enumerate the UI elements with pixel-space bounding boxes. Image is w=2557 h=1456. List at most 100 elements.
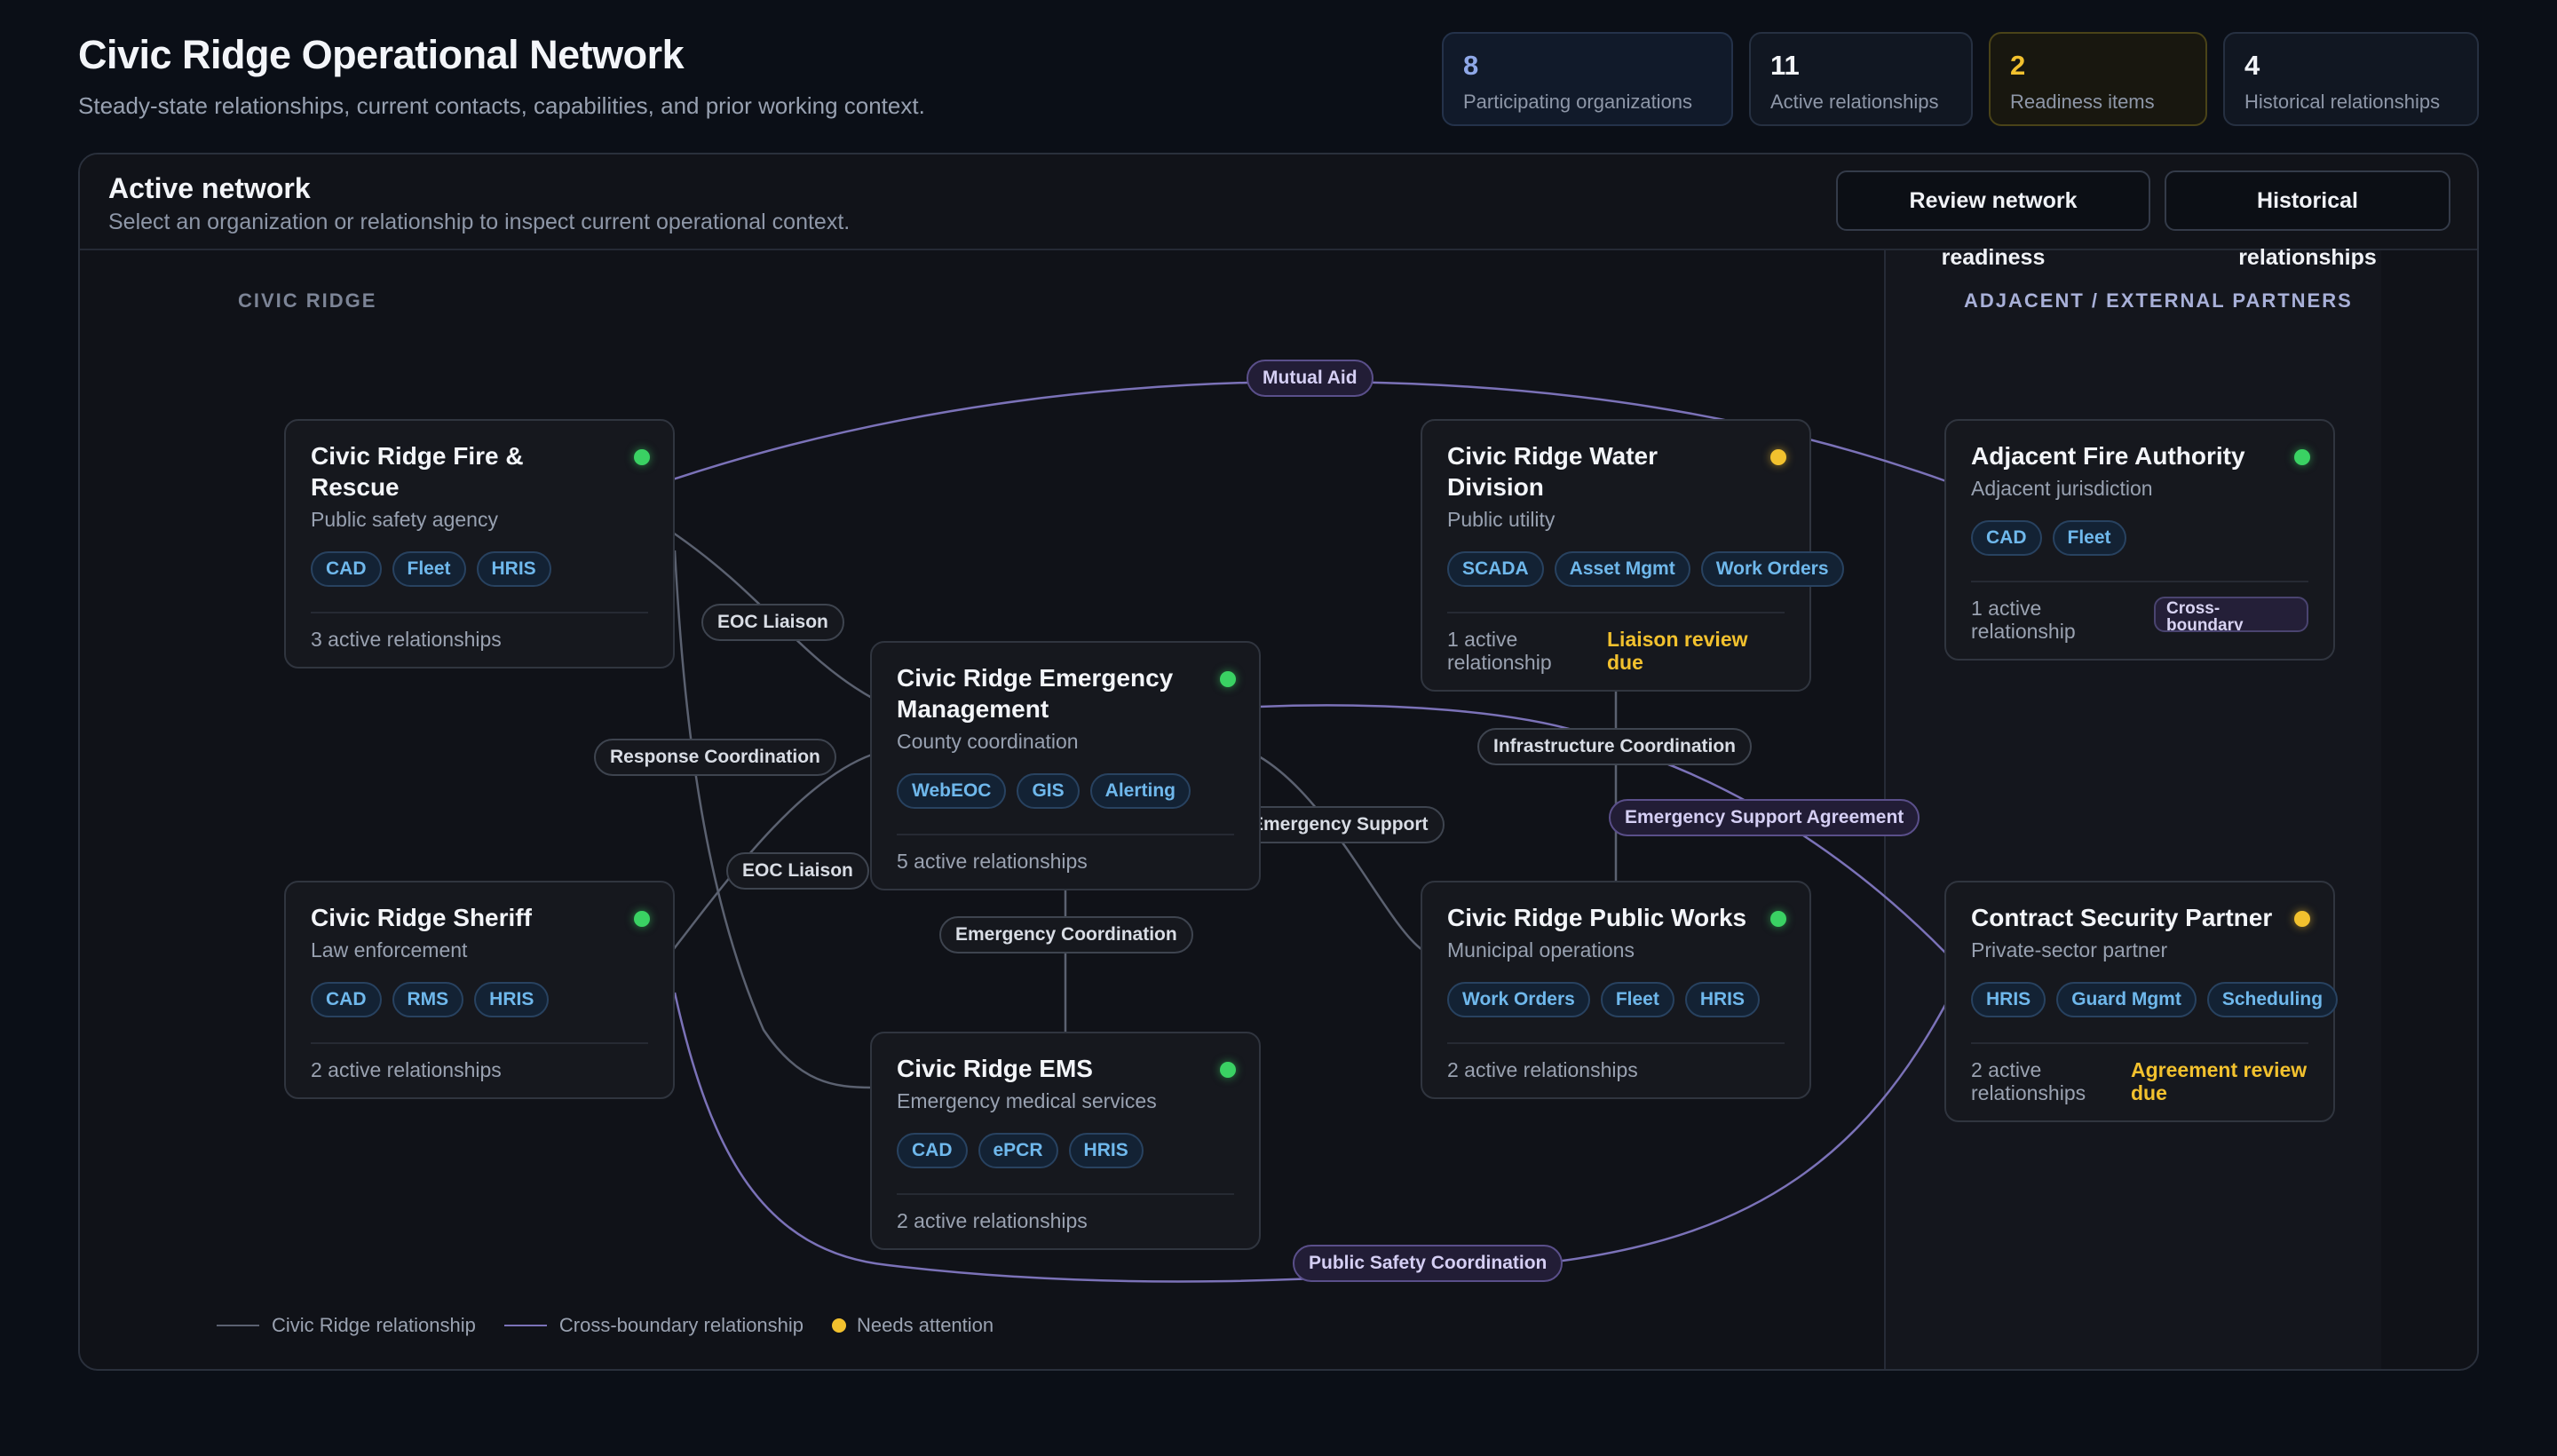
capability-tags: CAD Fleet xyxy=(1971,520,2308,556)
capability-tag: HRIS xyxy=(476,551,551,587)
capability-tag: Work Orders xyxy=(1447,982,1590,1017)
capability-tag: GIS xyxy=(1017,773,1080,809)
org-footer: 2 active relationships xyxy=(897,1193,1234,1248)
org-type: Law enforcement xyxy=(311,938,468,961)
readiness-note: Liaison review due xyxy=(1607,628,1748,674)
status-ok-icon xyxy=(1770,911,1786,927)
relationship-edges xyxy=(672,380,1948,1283)
org-title: Civic Ridge Water Division xyxy=(1447,442,1658,501)
org-type: County coordination xyxy=(897,730,1079,753)
org-footer: 5 active relationships xyxy=(897,834,1234,889)
status-ok-icon xyxy=(1220,1062,1236,1078)
capability-tags: Work Orders Fleet HRIS xyxy=(1447,982,1785,1017)
capability-tag: Work Orders xyxy=(1700,551,1844,587)
edge-label-eoc-liaison-sheriff[interactable]: EOC Liaison xyxy=(726,852,869,890)
capability-tags: WebEOC GIS Alerting xyxy=(897,773,1234,809)
capability-tags: HRIS Guard Mgmt Scheduling xyxy=(1971,982,2339,1017)
org-node-emergency-management[interactable]: Civic Ridge Emergency Management County … xyxy=(870,641,1261,890)
org-footer: 3 active relationships xyxy=(311,612,648,667)
status-ok-icon xyxy=(634,449,650,465)
edge-label-emergency-support[interactable]: Emergency Support xyxy=(1235,806,1445,843)
org-node-water-division[interactable]: Civic Ridge Water Division Public utilit… xyxy=(1421,419,1844,692)
org-type: Emergency medical services xyxy=(897,1089,1157,1112)
legend-item-attention: Needs attention xyxy=(832,1314,994,1337)
org-node-sheriff[interactable]: Civic Ridge Sheriff Law enforcement CAD … xyxy=(284,881,675,1099)
status-ok-icon xyxy=(2294,449,2310,465)
org-title: Contract Security Partner xyxy=(1971,904,2273,931)
internal-line-icon xyxy=(217,1325,259,1326)
relationship-count: 2 active relationships xyxy=(1971,1058,2086,1104)
cross-boundary-badge: Cross-boundary xyxy=(2154,597,2308,632)
org-title: Adjacent Fire Authority xyxy=(1971,442,2245,470)
capability-tag: CAD xyxy=(1971,520,2042,556)
capability-tag: CAD xyxy=(311,982,382,1017)
org-footer: 1 active relationship Liaison review due xyxy=(1447,612,1785,690)
org-footer: 2 active relationships Agreement review … xyxy=(1971,1042,2308,1120)
capability-tag: Scheduling xyxy=(2206,982,2339,1017)
edge-label-emergency-coordination[interactable]: Emergency Coordination xyxy=(939,916,1193,954)
capability-tag: Fleet xyxy=(392,551,466,587)
edge-label-emergency-support-agreement[interactable]: Emergency Support Agreement xyxy=(1609,799,1920,836)
relationship-count: 1 active relationship xyxy=(1971,597,2076,643)
legend-item-cross: Cross-boundary relationship xyxy=(503,1314,804,1337)
edge-label-eoc-liaison-fire[interactable]: EOC Liaison xyxy=(701,604,844,641)
org-node-adjacent-fire[interactable]: Adjacent Fire Authority Adjacent jurisdi… xyxy=(1944,419,2335,661)
capability-tag: RMS xyxy=(392,982,464,1017)
status-attention-icon xyxy=(2294,911,2310,927)
relationship-count: 1 active relationship xyxy=(1447,628,1552,674)
readiness-note: Agreement review due xyxy=(2131,1058,2308,1104)
org-footer: 1 active relationship Cross-boundary xyxy=(1971,581,2308,659)
relationship-count: 2 active relationships xyxy=(311,1058,502,1081)
capability-tag: Asset Mgmt xyxy=(1554,551,1690,587)
capability-tags: SCADA Asset Mgmt Work Orders xyxy=(1447,551,1844,587)
cross-line-icon xyxy=(503,1325,547,1326)
edge-label-mutual-aid[interactable]: Mutual Aid xyxy=(1247,360,1373,397)
org-title: Civic Ridge Emergency Management xyxy=(897,664,1174,723)
capability-tag: WebEOC xyxy=(897,773,1007,809)
org-type: Private-sector partner xyxy=(1971,938,2168,961)
legend-label: Civic Ridge relationship xyxy=(272,1314,476,1336)
capability-tags: CAD RMS HRIS xyxy=(311,982,648,1017)
legend-label: Cross-boundary relationship xyxy=(558,1314,804,1336)
relationship-count: 2 active relationships xyxy=(897,1209,1088,1232)
status-ok-icon xyxy=(1220,671,1236,687)
org-node-public-works[interactable]: Civic Ridge Public Works Municipal opera… xyxy=(1421,881,1811,1099)
org-footer: 2 active relationships xyxy=(311,1042,648,1097)
org-type: Municipal operations xyxy=(1447,938,1635,961)
capability-tag: ePCR xyxy=(978,1133,1058,1168)
edge-emergency-support[interactable] xyxy=(1258,755,1423,952)
edge-label-public-safety-coordination[interactable]: Public Safety Coordination xyxy=(1293,1245,1563,1282)
legend-label: Needs attention xyxy=(857,1314,994,1336)
capability-tag: HRIS xyxy=(1068,1133,1144,1168)
relationship-count: 5 active relationships xyxy=(897,850,1088,873)
status-ok-icon xyxy=(634,911,650,927)
org-type: Adjacent jurisdiction xyxy=(1971,477,2153,500)
org-title: Civic Ridge Sheriff xyxy=(311,904,532,931)
capability-tag: CAD xyxy=(311,551,382,587)
org-title: Civic Ridge Fire & Rescue xyxy=(311,442,524,501)
org-type: Public utility xyxy=(1447,508,1556,531)
legend-item-internal: Civic Ridge relationship xyxy=(217,1314,476,1337)
capability-tag: Alerting xyxy=(1089,773,1191,809)
relationship-count: 2 active relationships xyxy=(1447,1058,1638,1081)
capability-tag: Fleet xyxy=(2052,520,2126,556)
capability-tag: HRIS xyxy=(1971,982,2046,1017)
org-node-fire-rescue[interactable]: Civic Ridge Fire & Rescue Public safety … xyxy=(284,419,675,669)
capability-tags: CAD ePCR HRIS xyxy=(897,1133,1234,1168)
org-title: Civic Ridge Public Works xyxy=(1447,904,1747,931)
capability-tag: Guard Mgmt xyxy=(2056,982,2197,1017)
relationship-count: 3 active relationships xyxy=(311,628,502,651)
capability-tag: HRIS xyxy=(1684,982,1761,1017)
org-footer: 2 active relationships xyxy=(1447,1042,1785,1097)
status-attention-icon xyxy=(1770,449,1786,465)
capability-tag: SCADA xyxy=(1447,551,1544,587)
capability-tag: HRIS xyxy=(474,982,550,1017)
org-node-contract-security[interactable]: Contract Security Partner Private-sector… xyxy=(1944,881,2339,1122)
capability-tags: CAD Fleet HRIS xyxy=(311,551,648,587)
org-node-ems[interactable]: Civic Ridge EMS Emergency medical servic… xyxy=(870,1032,1261,1250)
edge-label-response-coordination[interactable]: Response Coordination xyxy=(594,739,836,776)
legend: Civic Ridge relationship Cross-boundary … xyxy=(217,1314,1022,1337)
org-type: Public safety agency xyxy=(311,508,498,531)
capability-tag: CAD xyxy=(897,1133,968,1168)
edge-label-infrastructure-coordination[interactable]: Infrastructure Coordination xyxy=(1477,728,1753,765)
